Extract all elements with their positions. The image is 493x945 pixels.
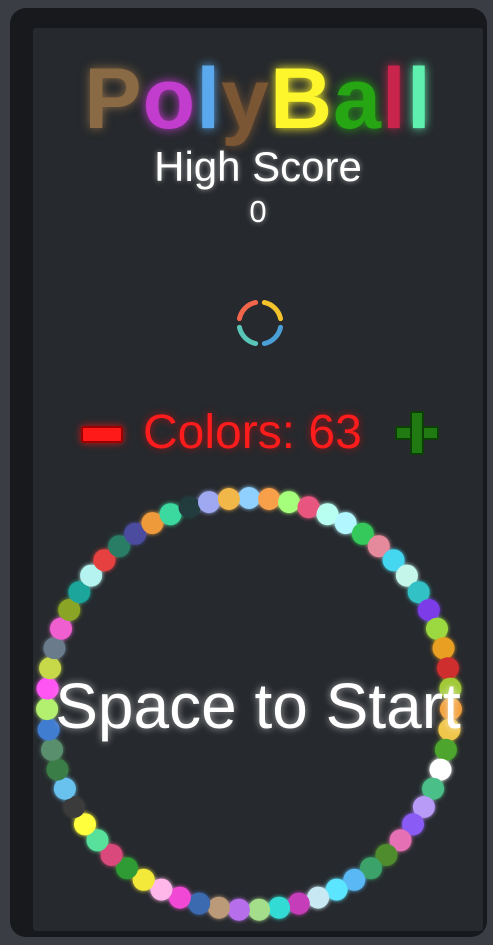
preview-ring-segment bbox=[261, 324, 284, 347]
ring-ball bbox=[238, 487, 260, 509]
ring-ball bbox=[307, 886, 330, 909]
game-screen[interactable]: PolyBall High Score 0 Colors: 63 Space t… bbox=[33, 28, 483, 931]
ring-ball bbox=[417, 599, 440, 621]
title-letter: y bbox=[221, 51, 270, 147]
ring-ball bbox=[278, 491, 300, 514]
preview-ring-segment bbox=[236, 299, 259, 322]
ring-ball bbox=[198, 491, 220, 514]
ring-ball bbox=[227, 898, 250, 921]
title-letter: o bbox=[142, 51, 197, 147]
high-score-label: High Score bbox=[154, 143, 362, 190]
ring-ball bbox=[53, 777, 76, 800]
ring-ball bbox=[41, 738, 64, 761]
ring-ball bbox=[432, 637, 455, 660]
ring-ball bbox=[43, 637, 66, 660]
ring-ball bbox=[178, 496, 201, 519]
ring-ball bbox=[434, 738, 457, 761]
minus-icon[interactable] bbox=[81, 426, 123, 443]
ring-ball bbox=[50, 617, 72, 640]
ring-ball bbox=[297, 496, 320, 519]
ring-ball bbox=[188, 892, 211, 915]
start-prompt: Space to Start bbox=[55, 670, 461, 742]
colors-count-label: Colors: 63 bbox=[143, 406, 362, 459]
game-window-frame: PolyBall High Score 0 Colors: 63 Space t… bbox=[10, 8, 487, 937]
ring-ball bbox=[46, 758, 69, 781]
ring-ball bbox=[287, 892, 310, 915]
ring-ball bbox=[258, 488, 281, 510]
color-preview-ring bbox=[236, 299, 284, 347]
game-title: PolyBall bbox=[33, 56, 483, 142]
ring-ball bbox=[217, 488, 240, 510]
plus-icon[interactable] bbox=[395, 411, 439, 455]
ring-ball bbox=[268, 896, 291, 919]
preview-ring-segment bbox=[236, 324, 259, 347]
title-letter: l bbox=[381, 51, 407, 147]
title-letter: B bbox=[269, 51, 334, 147]
title-letter: a bbox=[333, 51, 382, 147]
ring-ball bbox=[159, 503, 182, 526]
preview-ring-segment bbox=[261, 299, 284, 322]
ring-ball bbox=[248, 898, 271, 921]
ring-ball bbox=[207, 896, 230, 919]
ring-ball bbox=[426, 617, 448, 640]
title-letter: l bbox=[196, 51, 222, 147]
ring-ball bbox=[429, 758, 452, 781]
title-letter: P bbox=[84, 51, 143, 147]
title-letter: l bbox=[406, 51, 432, 147]
high-score-value: 0 bbox=[249, 194, 267, 229]
